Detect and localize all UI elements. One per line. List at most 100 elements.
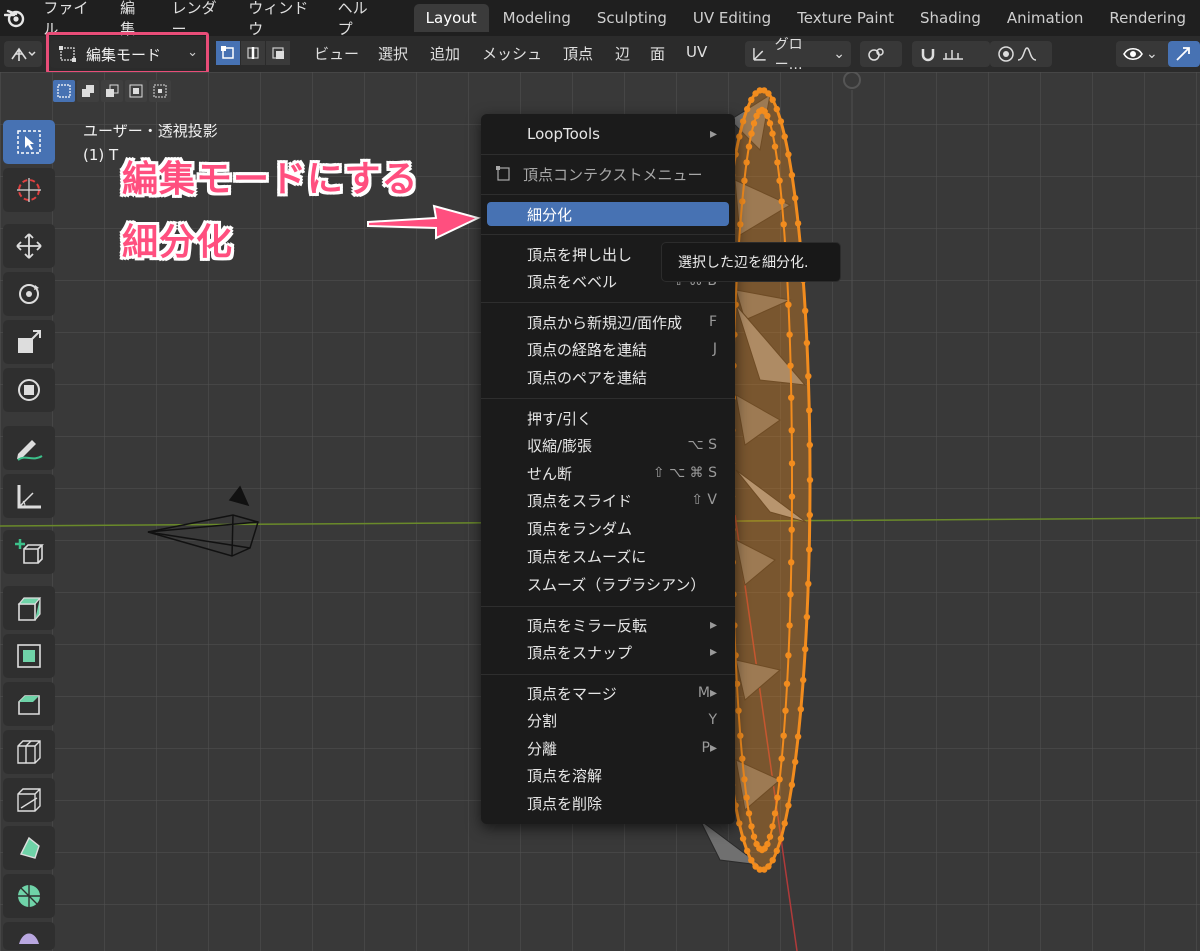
mesh-vertex-dot bbox=[771, 810, 779, 817]
proportional-edit-toggle[interactable] bbox=[990, 41, 1052, 67]
menu-item-shrink-fatten[interactable]: 収縮/膨張 ⌥ S bbox=[487, 433, 729, 457]
menu-item-delete-vertices[interactable]: 頂点を削除 bbox=[487, 791, 729, 815]
menu-item-split[interactable]: 分割 Y bbox=[487, 708, 729, 732]
annotate-tool-icon[interactable] bbox=[3, 426, 55, 470]
menu-divider bbox=[481, 606, 735, 607]
smooth-tool-icon[interactable] bbox=[3, 922, 55, 950]
select-intersect-icon[interactable] bbox=[149, 80, 171, 102]
edge-select-icon[interactable] bbox=[241, 41, 265, 65]
chevron-down-icon: ⌄ bbox=[833, 46, 845, 62]
select-extend-icon[interactable] bbox=[77, 80, 99, 102]
menu-item-smooth-laplacian[interactable]: スムーズ（ラプラシアン） bbox=[487, 572, 729, 596]
mesh-vertex-dot bbox=[739, 835, 747, 842]
move-tool-icon[interactable] bbox=[3, 224, 55, 268]
gizmo-toggle[interactable] bbox=[1168, 41, 1200, 67]
menu-item-shortcut: F bbox=[708, 314, 717, 330]
poly-build-tool-icon[interactable] bbox=[3, 826, 55, 870]
scale-tool-icon[interactable] bbox=[3, 320, 55, 364]
blender-logo-icon[interactable] bbox=[0, 0, 30, 36]
select-mode-group bbox=[216, 41, 291, 65]
measure-tool-icon[interactable] bbox=[3, 474, 55, 518]
tab-layout[interactable]: Layout bbox=[413, 4, 489, 32]
menu-item-dissolve-vertices[interactable]: 頂点を溶解 bbox=[487, 763, 729, 787]
tab-sculpting[interactable]: Sculpting bbox=[585, 4, 679, 32]
context-menu-title-label: 頂点コンテクストメニュー bbox=[523, 165, 703, 184]
menu-item-subdivide[interactable]: 細分化 bbox=[487, 202, 729, 226]
mesh-vertex-dot bbox=[774, 159, 781, 166]
menu-item-shortcut: J bbox=[712, 341, 717, 357]
mesh-vertex-dot bbox=[788, 171, 796, 179]
menu-item-shortcut: Y bbox=[708, 712, 717, 728]
mesh-vertex-dot bbox=[788, 526, 795, 533]
mesh-vertex-dot bbox=[802, 646, 809, 653]
menu-item-connect-pairs[interactable]: 頂点のペアを連結 bbox=[487, 365, 729, 389]
tab-uv-editing[interactable]: UV Editing bbox=[681, 4, 783, 32]
proportional-edit-icon bbox=[998, 46, 1014, 62]
rotate-tool-icon[interactable] bbox=[3, 272, 55, 316]
menu-select[interactable]: 選択 bbox=[378, 43, 408, 64]
menu-item-mirror-vertices[interactable]: 頂点をミラー反転 ▸ bbox=[487, 613, 729, 637]
menu-item-new-edge-face[interactable]: 頂点から新規辺/面作成 F bbox=[487, 310, 729, 334]
menu-item-looptools[interactable]: LoopTools ▸ bbox=[487, 122, 729, 146]
visibility-dropdown[interactable]: ⌄ bbox=[1116, 41, 1172, 67]
extrude-tool-icon[interactable] bbox=[3, 586, 55, 630]
transform-orientation-dropdown[interactable]: グロー… ⌄ bbox=[745, 37, 851, 73]
menu-face[interactable]: 面 bbox=[650, 43, 665, 64]
vertex-menu-icon bbox=[496, 166, 510, 181]
spin-tool-icon[interactable] bbox=[3, 874, 55, 918]
menu-item-smooth-vertices[interactable]: 頂点をスムーズに bbox=[487, 544, 729, 568]
menu-item-merge-vertices[interactable]: 頂点をマージ M▸ bbox=[487, 681, 729, 705]
mesh-vertex-dot bbox=[782, 707, 789, 714]
menu-item-label: 頂点から新規辺/面作成 bbox=[527, 313, 683, 332]
mesh-vertex-dot bbox=[806, 441, 813, 449]
mesh-vertex-dot bbox=[773, 105, 780, 113]
knife-tool-icon[interactable] bbox=[3, 778, 55, 822]
inset-tool-icon[interactable] bbox=[3, 634, 55, 678]
mesh-vertex-dot bbox=[781, 133, 788, 140]
menu-item-snap-vertices[interactable]: 頂点をスナップ ▸ bbox=[487, 640, 729, 664]
bevel-tool-icon[interactable] bbox=[3, 682, 55, 726]
menu-item-separate[interactable]: 分離 P▸ bbox=[487, 736, 729, 760]
select-box-tool-icon[interactable] bbox=[3, 120, 55, 164]
face-select-icon[interactable] bbox=[266, 41, 290, 65]
menu-edge[interactable]: 辺 bbox=[615, 43, 630, 64]
snap-toggle[interactable] bbox=[912, 41, 990, 67]
cursor-tool-icon[interactable] bbox=[3, 168, 55, 212]
menu-item-shear[interactable]: せん断 ⇧ ⌥ ⌘ S bbox=[487, 461, 729, 485]
select-subtract-icon[interactable] bbox=[101, 80, 123, 102]
menu-mesh[interactable]: メッシュ bbox=[482, 43, 542, 64]
mesh-vertex-dot bbox=[741, 776, 748, 783]
mesh-vertex-dot bbox=[792, 194, 799, 202]
select-invert-icon[interactable] bbox=[125, 80, 147, 102]
menu-item-randomize-vertices[interactable]: 頂点をランダム bbox=[487, 516, 729, 540]
menu-item-push-pull[interactable]: 押す/引く bbox=[487, 406, 729, 430]
select-box-mode-group bbox=[53, 80, 173, 102]
mesh-vertex-dot bbox=[744, 105, 751, 113]
tab-animation[interactable]: Animation bbox=[995, 4, 1095, 32]
mesh-vertex-dot bbox=[743, 794, 750, 801]
tab-rendering[interactable]: Rendering bbox=[1097, 4, 1198, 32]
menu-uv[interactable]: UV bbox=[686, 43, 707, 61]
context-menu-title: 頂点コンテクストメニュー bbox=[487, 162, 729, 186]
menu-item-connect-path[interactable]: 頂点の経路を連結 J bbox=[487, 337, 729, 361]
mesh-vertex-dot bbox=[753, 840, 760, 848]
menu-item-shortcut: M▸ bbox=[697, 685, 717, 701]
menu-view[interactable]: ビュー bbox=[314, 43, 359, 64]
add-cube-tool-icon[interactable] bbox=[3, 530, 55, 574]
vertex-select-icon[interactable] bbox=[216, 41, 240, 65]
editor-type-button[interactable] bbox=[4, 41, 42, 67]
menu-help[interactable]: ヘルプ bbox=[325, 0, 389, 39]
menu-window[interactable]: ウィンドウ bbox=[235, 0, 324, 39]
transform-tool-icon[interactable] bbox=[3, 368, 55, 412]
select-new-icon[interactable] bbox=[53, 80, 75, 102]
tab-texture-paint[interactable]: Texture Paint bbox=[785, 4, 906, 32]
menu-add[interactable]: 追加 bbox=[430, 43, 460, 64]
submenu-arrow-icon: ▸ bbox=[709, 644, 717, 660]
menu-vertex[interactable]: 頂点 bbox=[563, 43, 593, 64]
loop-cut-tool-icon[interactable] bbox=[3, 730, 55, 774]
annotation-line-1: 編集モードにする bbox=[122, 159, 419, 200]
pivot-point-dropdown[interactable] bbox=[860, 41, 902, 67]
tab-modeling[interactable]: Modeling bbox=[491, 4, 583, 32]
menu-item-slide-vertices[interactable]: 頂点をスライド ⇧ V bbox=[487, 488, 729, 512]
tab-shading[interactable]: Shading bbox=[908, 4, 993, 32]
